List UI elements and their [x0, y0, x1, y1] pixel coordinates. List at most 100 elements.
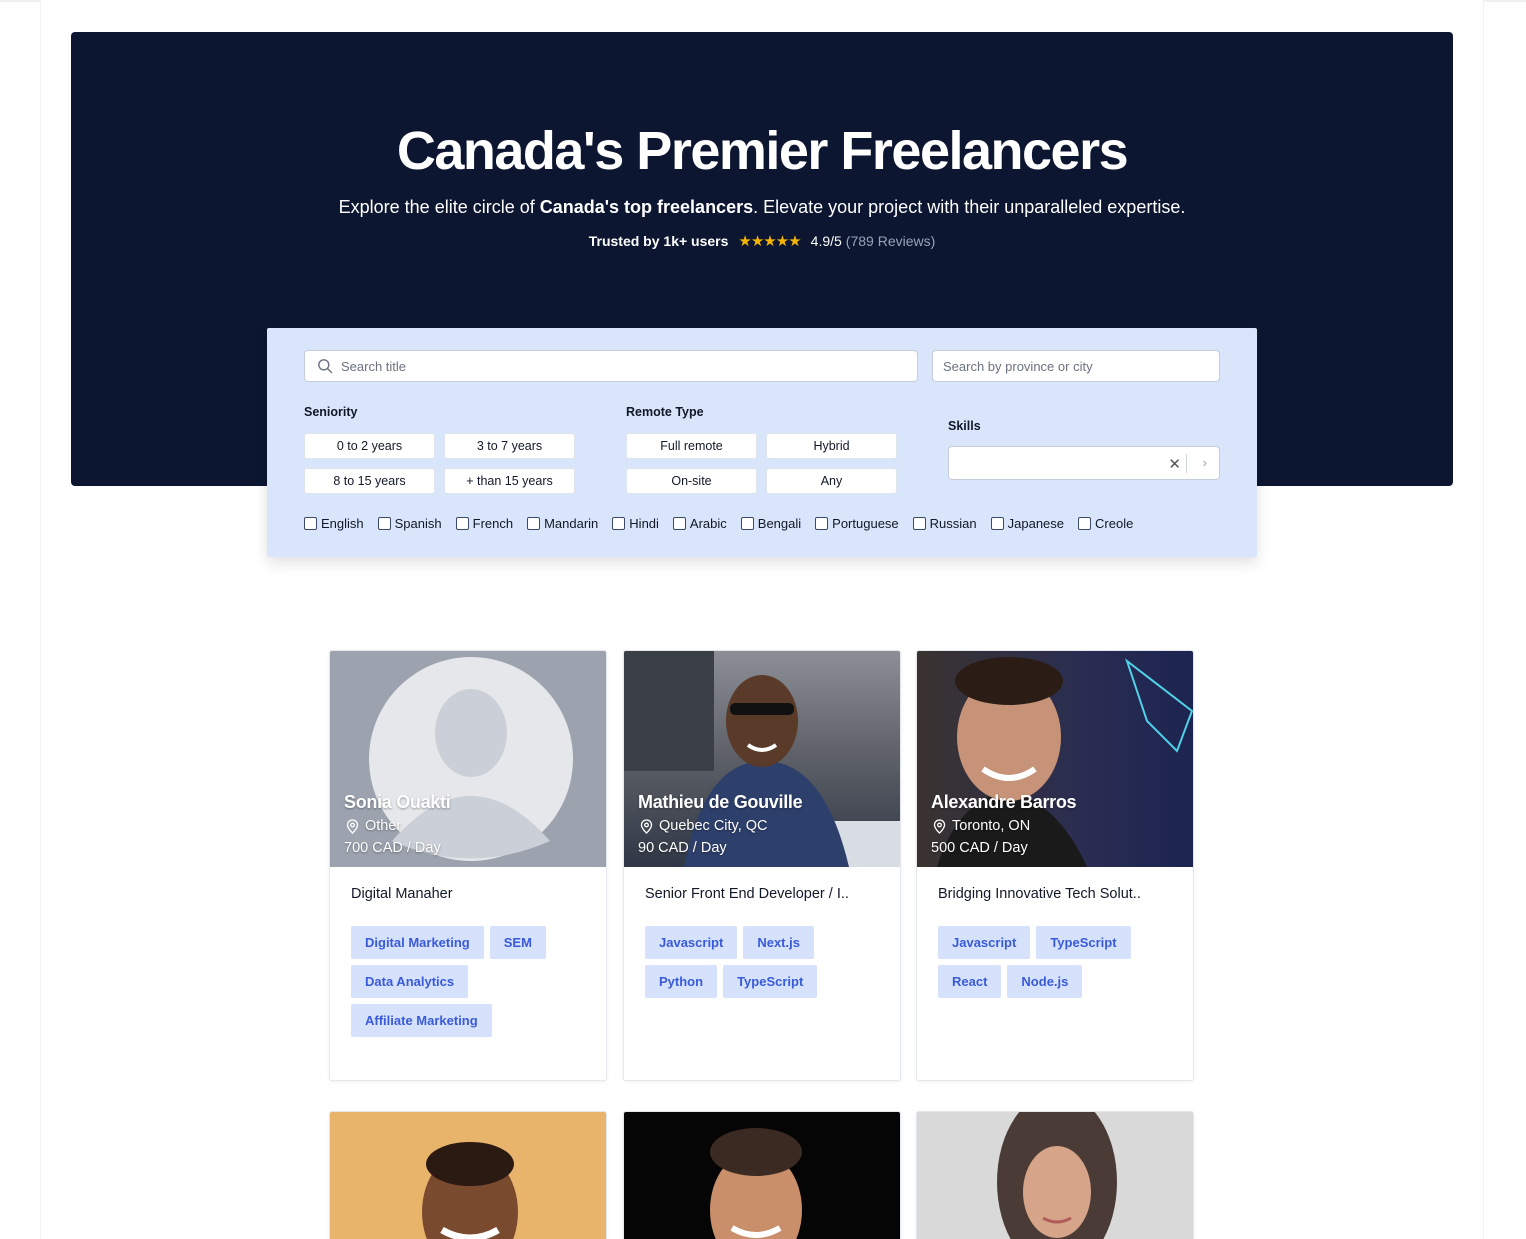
language-label: Arabic: [689, 516, 727, 531]
portrait-image: [997, 1112, 1117, 1239]
location-text: Toronto, ON: [952, 818, 1031, 834]
rating-value: 4.9/5: [810, 233, 842, 249]
skill-tag[interactable]: TypeScript: [723, 965, 818, 998]
search-location-field[interactable]: [932, 350, 1220, 382]
checkbox-icon[interactable]: [455, 517, 469, 530]
freelancer-title: Bridging Innovative Tech Solut..: [938, 886, 1141, 902]
avatar: [917, 1112, 1193, 1239]
language-label: Hindi: [629, 516, 659, 531]
checkbox-icon[interactable]: [912, 517, 926, 530]
freelancer-card-partial[interactable]: [329, 1111, 607, 1239]
checkbox-icon[interactable]: [612, 517, 626, 530]
skill-tag[interactable]: Javascript: [645, 926, 738, 959]
skill-tag[interactable]: Affiliate Marketing: [351, 1004, 492, 1037]
avatar: Alexandre Barros Toronto, ON 500 CAD / D…: [917, 651, 1193, 867]
location-pin-icon: [640, 818, 653, 834]
portrait-image: [624, 651, 900, 867]
chevron-right-icon[interactable]: ›: [1203, 455, 1207, 470]
language-checkbox-english[interactable]: English: [304, 516, 364, 531]
checkbox-icon[interactable]: [527, 517, 541, 530]
portrait-image: [422, 1142, 518, 1239]
location-text: Quebec City, QC: [659, 818, 768, 834]
freelancer-card[interactable]: Alexandre Barros Toronto, ON 500 CAD / D…: [916, 650, 1194, 1081]
freelancer-card[interactable]: Sonia Ouakti Other 700 CAD / Day Digital…: [329, 650, 607, 1081]
subtitle-text-end: . Elevate your project with their unpara…: [753, 197, 1186, 217]
language-checkbox-spanish[interactable]: Spanish: [377, 516, 442, 531]
freelancer-rate: 90 CAD / Day: [638, 840, 727, 856]
search-title-field[interactable]: [304, 350, 918, 382]
checkbox-icon[interactable]: [740, 517, 754, 530]
portrait-image: [710, 1128, 802, 1239]
language-label: Creole: [1095, 516, 1134, 531]
checkbox-icon[interactable]: [815, 517, 829, 530]
skills-select[interactable]: ✕ ›: [948, 446, 1220, 480]
checkbox-icon[interactable]: [377, 517, 391, 530]
freelancer-title: Digital Manaher: [351, 886, 453, 902]
language-checkbox-bengali[interactable]: Bengali: [740, 516, 801, 531]
skill-tag[interactable]: React: [938, 965, 1002, 998]
language-checkbox-creole[interactable]: Creole: [1078, 516, 1133, 531]
language-checkbox-mandarin[interactable]: Mandarin: [527, 516, 598, 531]
seniority-option-3-7[interactable]: 3 to 7 years: [444, 433, 575, 459]
skill-tag[interactable]: Python: [645, 965, 718, 998]
search-location-input[interactable]: [943, 358, 1219, 374]
language-checkbox-portuguese[interactable]: Portuguese: [815, 516, 899, 531]
skill-tag[interactable]: Next.js: [743, 926, 814, 959]
filter-panel: Seniority 0 to 2 years 3 to 7 years 8 to…: [267, 328, 1257, 557]
seniority-option-8-15[interactable]: 8 to 15 years: [304, 468, 435, 494]
language-label: English: [321, 516, 364, 531]
star-rating-icon: ★★★★★: [738, 233, 801, 250]
language-checkbox-french[interactable]: French: [455, 516, 514, 531]
remote-option-any[interactable]: Any: [766, 468, 897, 494]
search-title-input[interactable]: [341, 358, 917, 374]
skill-tag[interactable]: SEM: [489, 926, 546, 959]
seniority-label: Seniority: [304, 405, 358, 419]
freelancer-location: Quebec City, QC: [640, 818, 768, 834]
language-label: Mandarin: [544, 516, 599, 531]
subtitle-text: Explore the elite circle of: [338, 197, 540, 217]
clear-icon[interactable]: ✕: [1168, 455, 1181, 473]
checkbox-icon[interactable]: [1078, 517, 1092, 530]
hero-subtitle: Explore the elite circle of Canada's top…: [71, 197, 1453, 218]
language-label: Portuguese: [832, 516, 899, 531]
remote-option-hybrid[interactable]: Hybrid: [766, 433, 897, 459]
skill-tag[interactable]: Javascript: [938, 926, 1031, 959]
freelancer-card-partial[interactable]: [916, 1111, 1194, 1239]
language-label: Russian: [929, 516, 977, 531]
skills-label: Skills: [948, 419, 981, 433]
avatar: Mathieu de Gouville Quebec City, QC 90 C…: [624, 651, 900, 867]
seniority-option-15-plus[interactable]: + than 15 years: [444, 468, 575, 494]
skill-tags: Digital Marketing SEM Data Analytics Affili…: [351, 926, 591, 1037]
language-checkbox-arabic[interactable]: Arabic: [672, 516, 727, 531]
remote-type-label: Remote Type: [626, 405, 704, 419]
portrait-image: [937, 657, 1193, 867]
skill-tags: Javascript Next.js Python TypeScript: [645, 926, 885, 998]
skill-tag[interactable]: Data Analytics: [351, 965, 469, 998]
language-checkbox-russian[interactable]: Russian: [912, 516, 977, 531]
subtitle-bold: Canada's top freelancers: [539, 197, 754, 217]
remote-option-full[interactable]: Full remote: [626, 433, 757, 459]
skill-tag[interactable]: Node.js: [1007, 965, 1083, 998]
checkbox-icon[interactable]: [990, 517, 1004, 530]
language-checkbox-hindi[interactable]: Hindi: [612, 516, 659, 531]
location-pin-icon: [933, 818, 946, 834]
default-avatar-icon: [369, 657, 573, 861]
freelancer-card-partial[interactable]: [623, 1111, 901, 1239]
review-count: (789 Reviews): [845, 233, 936, 249]
page-title: Canada's Premier Freelancers: [396, 121, 1129, 181]
skill-tag[interactable]: TypeScript: [1036, 926, 1131, 959]
remote-option-onsite[interactable]: On-site: [626, 468, 757, 494]
freelancer-location: Toronto, ON: [933, 818, 1030, 834]
language-label: Spanish: [394, 516, 442, 531]
language-checkbox-japanese[interactable]: Japanese: [990, 516, 1064, 531]
location-text: Other: [365, 818, 402, 834]
freelancer-rate: 500 CAD / Day: [931, 840, 1028, 856]
freelancer-name: Mathieu de Gouville: [638, 792, 803, 812]
seniority-option-0-2[interactable]: 0 to 2 years: [304, 433, 435, 459]
checkbox-icon[interactable]: [672, 517, 686, 530]
language-label: French: [472, 516, 514, 531]
freelancer-card[interactable]: Mathieu de Gouville Quebec City, QC 90 C…: [623, 650, 901, 1081]
skill-tag[interactable]: Digital Marketing: [351, 926, 484, 959]
checkbox-icon[interactable]: [304, 517, 317, 530]
freelancer-location: Other: [346, 818, 401, 834]
